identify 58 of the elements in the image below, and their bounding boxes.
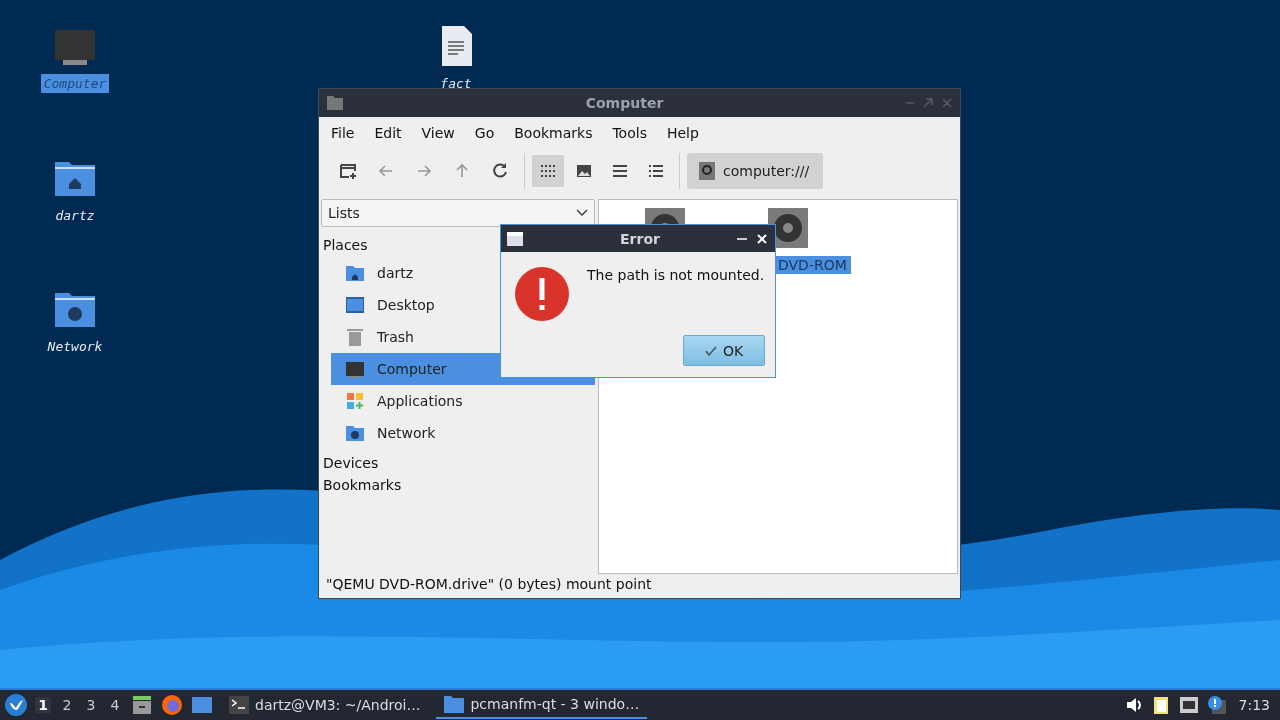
network-folder-icon <box>345 423 365 443</box>
notification-icon[interactable] <box>1206 695 1227 715</box>
trash-icon <box>345 327 365 347</box>
drive-icon <box>699 162 715 180</box>
clock: 7:13 <box>1238 697 1270 713</box>
ok-button[interactable]: OK <box>683 335 765 366</box>
task-button[interactable]: pcmanfm-qt - 3 windo… <box>436 691 648 719</box>
home-folder-icon <box>345 263 365 283</box>
status-text: "QEMU DVD-ROM.drive" (0 bytes) mount point <box>325 575 653 594</box>
checkmark-icon <box>704 345 717 356</box>
menu-item[interactable]: File <box>323 123 363 143</box>
file-cabinet-icon[interactable] <box>131 694 153 716</box>
start-menu-icon[interactable] <box>5 694 27 716</box>
error-message: The path is not mounted. <box>587 267 765 285</box>
folder-icon <box>444 695 465 713</box>
volume-icon[interactable] <box>1124 696 1143 714</box>
section-header: Places <box>323 237 368 253</box>
place-item[interactable]: Network <box>331 417 595 449</box>
monitor-icon <box>345 359 365 379</box>
side-panel-dropdown[interactable]: Lists <box>321 199 595 227</box>
workspace-button[interactable]: 4 <box>107 697 123 713</box>
section-header[interactable]: Bookmarks <box>323 477 402 493</box>
window-icon <box>507 231 523 246</box>
menu-item[interactable]: Go <box>466 123 503 143</box>
workspace-button[interactable]: 3 <box>83 697 99 713</box>
close-icon[interactable] <box>757 233 767 244</box>
error-icon <box>515 267 569 321</box>
bullet-list-icon <box>647 162 665 180</box>
window-title: Computer <box>584 95 665 111</box>
icon-label: Computer <box>40 74 110 93</box>
apps-icon <box>345 391 365 411</box>
chevron-down-icon <box>576 209 588 217</box>
network-icon[interactable] <box>1178 696 1199 714</box>
menu-item[interactable]: Help <box>658 123 707 143</box>
desktop-icon <box>345 295 365 315</box>
dialog-title: Error <box>619 230 661 247</box>
menu-item[interactable]: Tools <box>604 123 655 143</box>
workspace-button[interactable]: 1 <box>35 697 51 713</box>
task-button[interactable]: dartz@VM3: ~/Androi… <box>221 691 429 719</box>
file-label: DVD-ROM <box>774 256 851 274</box>
desktop-icon[interactable] <box>191 694 213 716</box>
icon-label: Network <box>46 338 104 356</box>
workspace-button[interactable]: 2 <box>59 697 75 713</box>
folder-icon <box>327 96 343 110</box>
grid-icon <box>539 162 557 180</box>
location-button[interactable]: computer:/// <box>687 153 824 189</box>
menu-item[interactable]: Edit <box>366 123 410 143</box>
browser-icon[interactable] <box>161 694 183 716</box>
list-icon <box>611 162 629 180</box>
grid-view-button[interactable] <box>532 155 564 187</box>
terminal-icon <box>229 696 249 714</box>
icon-label: fact <box>439 75 473 93</box>
place-item[interactable]: Applications <box>331 385 595 417</box>
image-icon <box>575 162 593 180</box>
icon-label: dartz <box>54 207 96 225</box>
menu-item[interactable]: Bookmarks <box>506 123 601 143</box>
menu-item[interactable]: View <box>413 123 463 143</box>
section-header[interactable]: Devices <box>323 455 379 471</box>
